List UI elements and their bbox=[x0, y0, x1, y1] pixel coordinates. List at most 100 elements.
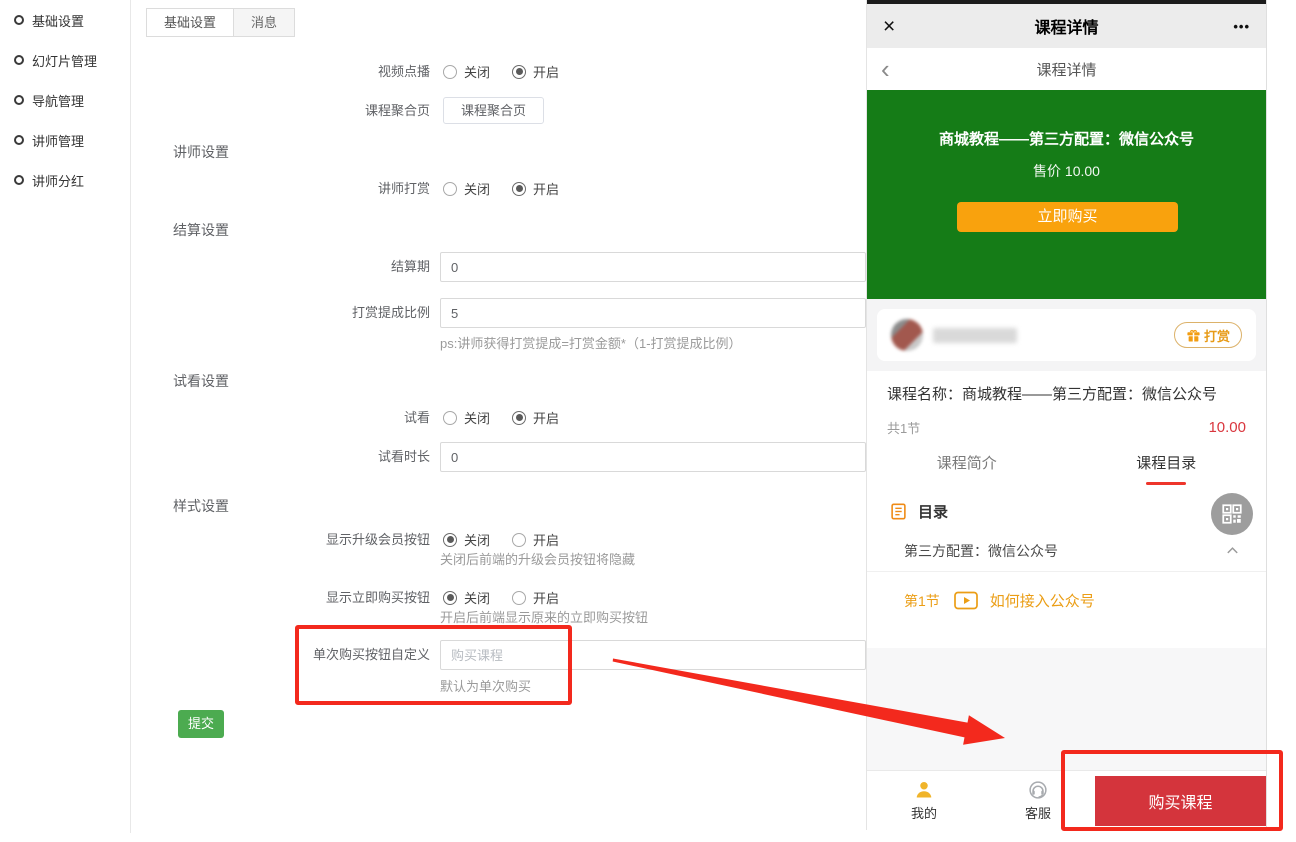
field-label: 视频点播 bbox=[146, 62, 430, 82]
radio-off-label: 关闭 bbox=[464, 179, 490, 198]
radio-on[interactable] bbox=[512, 533, 526, 547]
field-label: 结算期 bbox=[146, 252, 430, 282]
qrcode-icon bbox=[1222, 504, 1242, 524]
course-detail-body: 课程名称：商城教程——第三方配置：微信公众号 共1节 10.00 课程简介 课程… bbox=[867, 371, 1266, 648]
sidebar-item-basic-settings[interactable]: 基础设置 bbox=[14, 10, 84, 30]
field-label: 打赏提成比例 bbox=[146, 298, 430, 328]
radio-on[interactable] bbox=[512, 182, 526, 196]
field-label: 课程聚合页 bbox=[146, 97, 430, 124]
field-label: 显示立即购买按钮 bbox=[146, 588, 430, 608]
lesson-row[interactable]: 第1节 如何接入公众号 bbox=[867, 572, 1266, 611]
bottom-nav-label: 客服 bbox=[1025, 803, 1051, 822]
circle-icon bbox=[14, 15, 24, 25]
radio-on[interactable] bbox=[512, 591, 526, 605]
circle-icon bbox=[14, 95, 24, 105]
video-play-icon bbox=[954, 591, 978, 610]
tab-basic-settings[interactable]: 基础设置 bbox=[146, 8, 234, 37]
radio-on[interactable] bbox=[512, 411, 526, 425]
tab-bar: 基础设置 消息 bbox=[146, 8, 295, 37]
gift-icon bbox=[1186, 328, 1201, 343]
trial-duration-input[interactable] bbox=[440, 442, 866, 472]
single-buy-input[interactable] bbox=[440, 640, 866, 670]
sidebar-item-slides[interactable]: 幻灯片管理 bbox=[14, 50, 97, 70]
radio-off[interactable] bbox=[443, 591, 457, 605]
radio-off[interactable] bbox=[443, 533, 457, 547]
wechat-title: 课程详情 bbox=[1034, 14, 1098, 38]
radio-on-label: 开启 bbox=[533, 530, 559, 549]
radio-off-label: 关闭 bbox=[464, 62, 490, 81]
course-name-line: 课程名称：商城教程——第三方配置：微信公众号 bbox=[867, 371, 1266, 404]
tip-ratio-hint: ps:讲师获得打赏提成=打赏金额*（1-打赏提成比例） bbox=[440, 333, 742, 352]
phone-preview: × 课程详情 ••• ‹ 课程详情 商城教程——第三方配置：微信公众号 售价 1… bbox=[866, 0, 1267, 830]
bottom-nav-service[interactable]: 客服 bbox=[981, 771, 1095, 830]
radio-off[interactable] bbox=[443, 411, 457, 425]
field-label: 试看时长 bbox=[146, 442, 430, 472]
chapter-title: 第三方配置：微信公众号 bbox=[904, 541, 1058, 561]
radio-on-label: 开启 bbox=[533, 179, 559, 198]
wechat-title-bar: × 课程详情 ••• bbox=[867, 4, 1266, 48]
circle-icon bbox=[14, 175, 24, 185]
radio-on-label: 开启 bbox=[533, 408, 559, 427]
buy-now-button[interactable]: 立即购买 bbox=[957, 202, 1178, 232]
back-icon[interactable]: ‹ bbox=[881, 51, 890, 87]
section-count: 共1节 bbox=[887, 418, 920, 437]
author-name-blurred bbox=[933, 328, 1017, 343]
tip-ratio-input[interactable] bbox=[440, 298, 866, 328]
content-filler bbox=[867, 648, 1266, 770]
radio-off[interactable] bbox=[443, 65, 457, 79]
tip-button[interactable]: 打赏 bbox=[1174, 322, 1242, 348]
chapter-row[interactable]: 第三方配置：微信公众号 bbox=[867, 530, 1266, 572]
circle-icon bbox=[14, 135, 24, 145]
phone-bottom-bar: 我的 客服 购买课程 bbox=[867, 770, 1266, 830]
show-buynow-hint: 开启后前端显示原来的立即购买按钮 bbox=[440, 607, 648, 626]
radio-off[interactable] bbox=[443, 182, 457, 196]
tab-label: 课程目录 bbox=[1136, 455, 1196, 472]
page-nav-bar: ‹ 课程详情 bbox=[867, 48, 1266, 90]
bottom-nav-label: 我的 bbox=[911, 803, 937, 822]
tab-course-intro[interactable]: 课程简介 bbox=[867, 447, 1067, 487]
course-price-label: 售价 10.00 bbox=[867, 161, 1266, 181]
tab-course-catalog[interactable]: 课程目录 bbox=[1067, 447, 1267, 487]
author-card-strip: 打赏 bbox=[867, 299, 1266, 371]
active-tab-underline bbox=[1146, 482, 1186, 485]
qrcode-button[interactable] bbox=[1211, 493, 1253, 535]
aggregation-page-button[interactable]: 课程聚合页 bbox=[443, 97, 544, 124]
section-header-trial: 试看设置 bbox=[173, 371, 229, 391]
sidebar-item-teacher-dividend[interactable]: 讲师分红 bbox=[14, 170, 84, 190]
course-title: 商城教程——第三方配置：微信公众号 bbox=[867, 90, 1266, 149]
submit-button[interactable]: 提交 bbox=[178, 710, 224, 738]
show-upgrade-hint: 关闭后前端的升级会员按钮将隐藏 bbox=[440, 549, 635, 568]
settings-sidebar: 基础设置 幻灯片管理 导航管理 讲师管理 讲师分红 bbox=[0, 0, 131, 833]
course-tabs: 课程简介 课程目录 bbox=[867, 447, 1266, 487]
section-header-style: 样式设置 bbox=[173, 496, 229, 516]
settle-period-input[interactable] bbox=[440, 252, 866, 282]
more-icon[interactable]: ••• bbox=[1233, 19, 1250, 34]
field-label: 显示升级会员按钮 bbox=[146, 530, 430, 550]
field-label: 讲师打赏 bbox=[146, 179, 430, 199]
course-hero-banner: 商城教程——第三方配置：微信公众号 售价 10.00 立即购买 bbox=[867, 90, 1266, 299]
field-label: 试看 bbox=[146, 408, 430, 428]
author-card: 打赏 bbox=[877, 309, 1256, 361]
sidebar-item-teachers[interactable]: 讲师管理 bbox=[14, 130, 84, 150]
catalog-header-label: 目录 bbox=[918, 501, 948, 522]
close-icon[interactable]: × bbox=[883, 16, 895, 37]
lesson-title: 如何接入公众号 bbox=[990, 590, 1095, 611]
headset-icon bbox=[1028, 780, 1048, 800]
page-title: 课程详情 bbox=[1036, 59, 1096, 80]
section-header-settlement: 结算设置 bbox=[173, 220, 229, 240]
section-header-teacher: 讲师设置 bbox=[173, 142, 229, 162]
circle-icon bbox=[14, 55, 24, 65]
single-buy-hint: 默认为单次购买 bbox=[440, 676, 531, 695]
sidebar-item-label: 讲师管理 bbox=[32, 131, 84, 150]
catalog-header: 目录 bbox=[890, 501, 1266, 522]
radio-off-label: 关闭 bbox=[464, 588, 490, 607]
buy-course-button[interactable]: 购买课程 bbox=[1095, 776, 1266, 826]
radio-on-label: 开启 bbox=[533, 62, 559, 81]
tab-messages[interactable]: 消息 bbox=[234, 8, 295, 37]
sidebar-item-label: 幻灯片管理 bbox=[32, 51, 97, 70]
sidebar-item-label: 基础设置 bbox=[32, 11, 84, 30]
sidebar-item-navigation[interactable]: 导航管理 bbox=[14, 90, 84, 110]
bottom-nav-mine[interactable]: 我的 bbox=[867, 771, 981, 830]
document-icon bbox=[890, 503, 907, 520]
radio-on[interactable] bbox=[512, 65, 526, 79]
